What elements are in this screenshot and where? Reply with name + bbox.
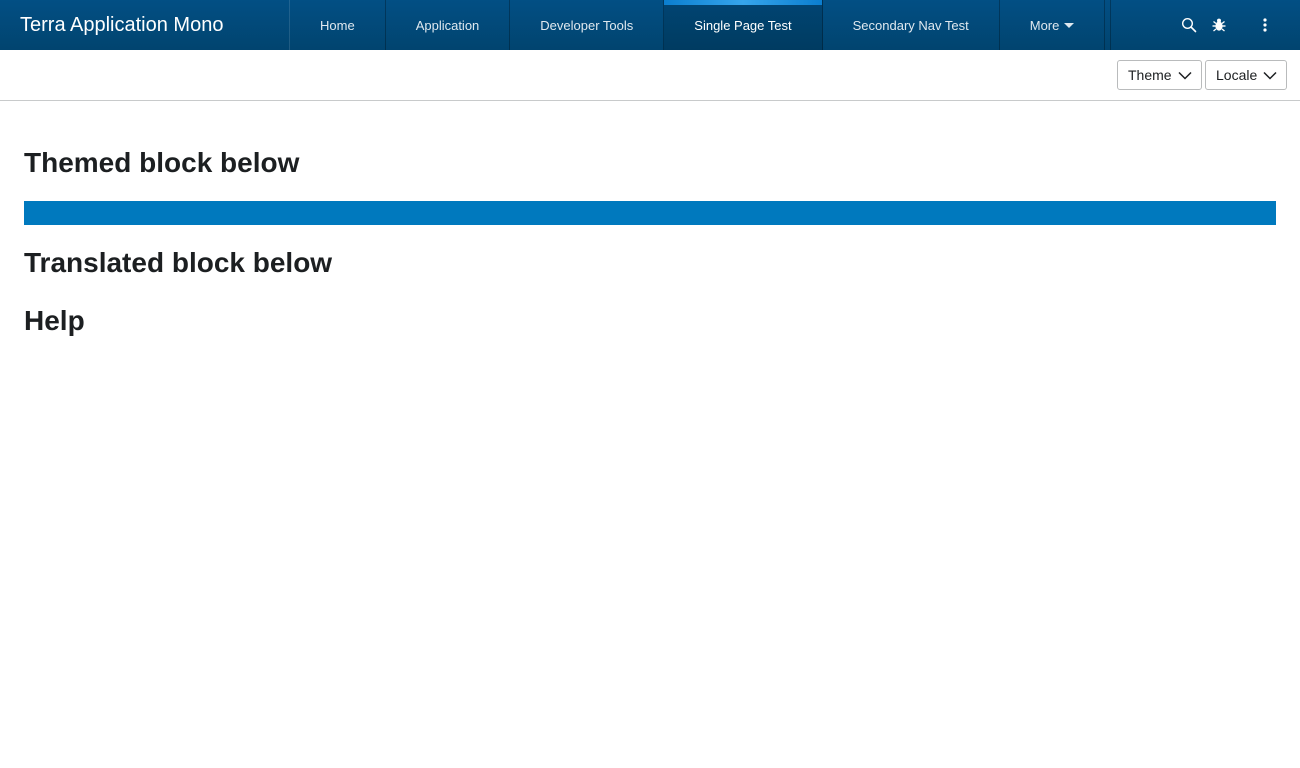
tab-secondary-nav-test[interactable]: Secondary Nav Test — [823, 0, 1000, 50]
more-vertical-icon — [1263, 18, 1267, 32]
tab-single-page-test[interactable]: Single Page Test — [664, 0, 823, 50]
primary-nav: Home Application Developer Tools Single … — [289, 0, 1106, 50]
chevron-down-icon — [1263, 71, 1277, 80]
app-header: Terra Application Mono Home Application … — [0, 0, 1300, 50]
themed-heading: Themed block below — [24, 147, 300, 178]
utility-area — [1110, 0, 1300, 50]
tab-label: More — [1029, 17, 1060, 33]
tab-label: Single Page Test — [694, 17, 792, 33]
caret-down-icon — [1064, 23, 1075, 28]
locale-dropdown[interactable]: Locale — [1205, 60, 1287, 90]
search-button[interactable] — [1174, 10, 1204, 40]
chevron-down-icon — [1178, 71, 1192, 80]
tab-more[interactable]: More — [1000, 0, 1106, 50]
tab-developer-tools[interactable]: Developer Tools — [510, 0, 665, 50]
tab-home[interactable]: Home — [290, 0, 386, 50]
themed-block — [24, 201, 1276, 225]
tab-label: Home — [320, 17, 355, 33]
tab-label: Application — [415, 17, 480, 33]
theme-dropdown-label: Theme — [1128, 67, 1172, 83]
bug-icon — [1212, 18, 1226, 32]
toolbar: Theme Locale — [0, 50, 1300, 101]
help-heading: Help — [24, 305, 85, 336]
search-icon — [1181, 17, 1197, 33]
translated-heading: Translated block below — [24, 247, 333, 278]
tab-label: Developer Tools — [540, 17, 634, 33]
tab-label: Secondary Nav Test — [852, 17, 969, 33]
menu-button[interactable] — [1250, 10, 1280, 40]
app-title[interactable]: Terra Application Mono — [0, 0, 289, 50]
bug-button[interactable] — [1204, 10, 1234, 40]
tab-application[interactable]: Application — [386, 0, 511, 50]
locale-dropdown-label: Locale — [1216, 67, 1258, 83]
theme-dropdown[interactable]: Theme — [1117, 60, 1202, 90]
